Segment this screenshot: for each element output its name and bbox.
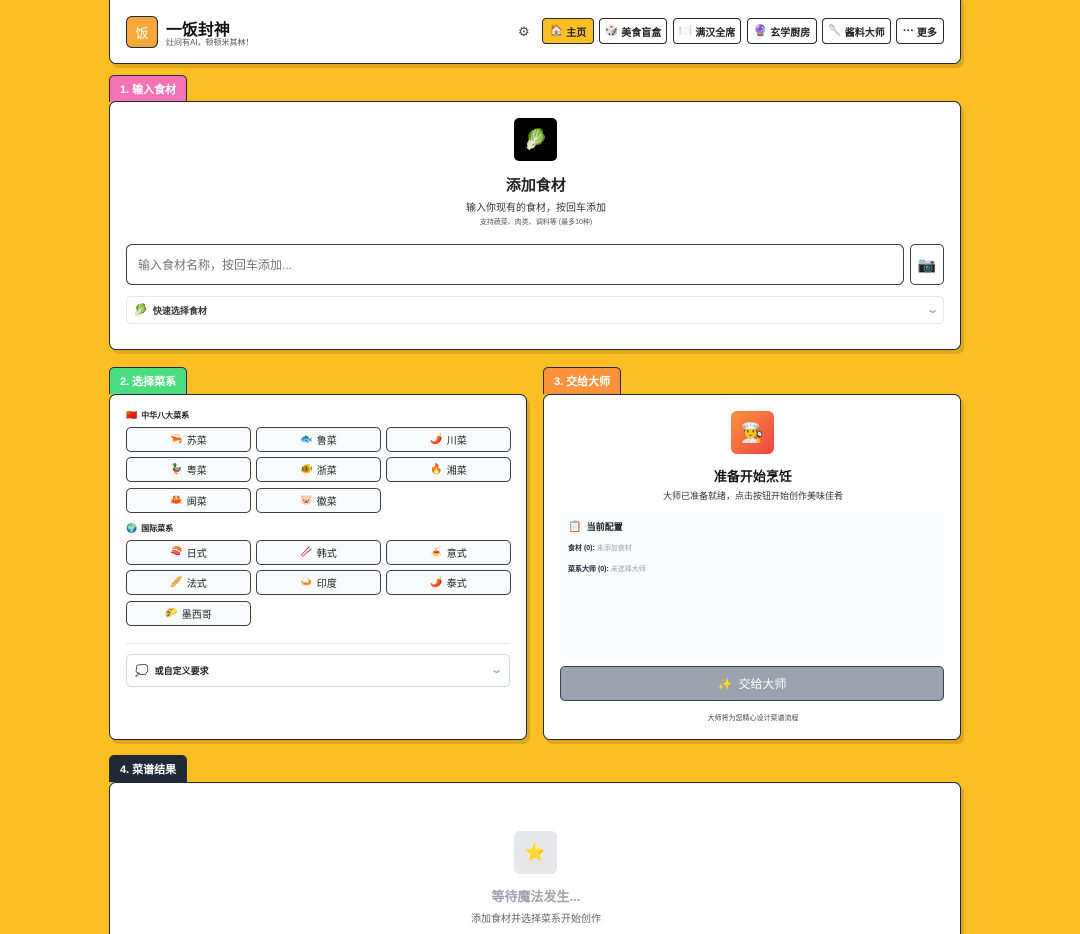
master-footnote: 大师将为您精心设计菜谱流程 xyxy=(707,715,799,722)
cuisine-italian-button[interactable]: 🍝 意式 xyxy=(386,540,511,565)
china-flag-icon: 🇨🇳 xyxy=(126,410,138,420)
recipe-results-panel: ⭐ 等待魔法发生... 添加食材并选择菜系开始创作 xyxy=(109,782,961,934)
spoon-icon: 🥄 xyxy=(828,24,842,37)
divider xyxy=(126,643,510,644)
app-logo: 饭 xyxy=(126,16,158,48)
nav-banquet-button[interactable]: 🍽️ 满汉全席 xyxy=(673,18,741,44)
config-heading: 📋 当前配置 xyxy=(568,521,623,533)
quick-select-ingredients[interactable]: 🥬 快速选择食材 ⌄ xyxy=(126,296,944,324)
cuisine-hui-button[interactable]: 🐷 徽菜 xyxy=(256,488,381,513)
ready-description: 大师已准备就绪，点击按钮开始创作美味佳肴 xyxy=(662,491,843,501)
cuisine-panel: 🇨🇳 中华八大菜系 🦐 苏菜 🐟 鲁菜 🌶️ 川菜 🦆 粤菜 🐠 浙菜 🔥 湘菜 🦀 闽菜 🐷 徽… xyxy=(109,394,527,740)
ingredient-input[interactable] xyxy=(126,244,904,285)
globe-icon: 🌍 xyxy=(126,523,138,533)
cuisine-indian-button[interactable]: 🍛 印度 xyxy=(256,570,381,595)
ingredients-panel: 🥬 添加食材 输入你现有的食材，按回车添加 支持蔬菜、肉类、调料等 (最多10种… xyxy=(109,101,961,350)
dice-icon: 🎲 xyxy=(604,24,619,37)
cuisine-min-button[interactable]: 🦀 闽菜 xyxy=(126,488,251,513)
config-cuisine-value: 未选择大师 xyxy=(610,566,646,573)
tropical-fish-icon: 🐠 xyxy=(300,464,313,475)
clipboard-icon: 📋 xyxy=(568,521,582,533)
pasta-icon: 🍝 xyxy=(430,547,443,558)
nav-blind-box-button[interactable]: 🎲 美食盲盒 xyxy=(599,18,667,44)
cuisine-japanese-button[interactable]: 🍣 日式 xyxy=(126,540,251,565)
crystal-ball-icon: 🔮 xyxy=(753,24,768,37)
fire-icon: 🔥 xyxy=(430,464,443,475)
config-cuisine-row: 菜系大师 (0): 未选择大师 xyxy=(568,566,646,573)
fish-icon: 🐟 xyxy=(300,434,313,445)
cuisine-mexican-button[interactable]: 🌮 墨西哥 xyxy=(126,601,251,626)
leafy-green-icon: 🥬 xyxy=(133,303,148,317)
sushi-icon: 🍣 xyxy=(170,547,183,558)
cuisine-su-button[interactable]: 🦐 苏菜 xyxy=(126,427,251,452)
cuisine-zhe-button[interactable]: 🐠 浙菜 xyxy=(256,457,381,482)
ingredients-title: 添加食材 xyxy=(505,177,566,194)
custom-requirements-label: 或自定义要求 xyxy=(154,666,209,676)
duck-icon: 🦆 xyxy=(170,464,183,475)
camera-icon: 📷 xyxy=(917,256,937,274)
camera-button[interactable]: 📷 xyxy=(910,244,944,285)
current-config-box: 📋 当前配置 食材 (0): 未添加食材 菜系大师 (0): 未选择大师 xyxy=(560,512,944,657)
config-ingredients-value: 未添加食材 xyxy=(596,545,632,552)
nav-home-button[interactable]: 🏠 主页 xyxy=(542,18,594,44)
pig-icon: 🐷 xyxy=(300,495,313,506)
chopsticks-icon: 🥢 xyxy=(300,547,313,558)
chili-icon: 🌶️ xyxy=(430,434,443,445)
sparkles-icon: ✨ xyxy=(717,676,733,691)
hand-to-master-button[interactable]: ✨ 交给大师 xyxy=(560,666,944,701)
cuisine-thai-button[interactable]: 🌶️ 泰式 xyxy=(386,570,511,595)
chevron-down-icon: ⌄ xyxy=(925,304,939,316)
nav-sauce-master-button[interactable]: 🥄 酱料大师 xyxy=(822,18,891,44)
config-ingredients-row: 食材 (0): 未添加食材 xyxy=(568,545,632,552)
ingredients-hint: 支持蔬菜、肉类、调料等 (最多10种) xyxy=(479,219,593,226)
nav-more-button[interactable]: ··· 更多 xyxy=(896,18,944,44)
chevron-down-icon: ⌄ xyxy=(489,664,503,676)
waiting-description: 添加食材并选择菜系开始创作 xyxy=(471,914,601,925)
waiting-title: 等待魔法发生... xyxy=(491,889,581,904)
custom-requirements-dropdown[interactable]: 💭 或自定义要求 ⌄ xyxy=(126,654,510,687)
nav-mystic-kitchen-button[interactable]: 🔮 玄学厨房 xyxy=(747,18,817,44)
ready-title: 准备开始烹饪 xyxy=(713,469,792,484)
star-icon: ⭐ xyxy=(514,831,557,874)
cuisine-lu-button[interactable]: 🐟 鲁菜 xyxy=(256,427,381,452)
chinese-cuisine-heading: 🇨🇳 中华八大菜系 xyxy=(126,410,190,420)
gear-icon[interactable]: ⚙ xyxy=(518,24,530,40)
tab-step-4: 4. 菜谱结果 xyxy=(109,755,188,782)
cuisine-chuan-button[interactable]: 🌶️ 川菜 xyxy=(386,427,511,452)
taco-icon: 🌮 xyxy=(165,608,178,619)
baguette-icon: 🥖 xyxy=(170,577,183,588)
tab-step-3: 3. 交给大师 xyxy=(543,367,622,394)
cuisine-french-button[interactable]: 🥖 法式 xyxy=(126,570,251,595)
curry-icon: 🍛 xyxy=(300,577,313,588)
chili-icon: 🌶️ xyxy=(430,577,443,588)
ingredients-description: 输入你现有的食材，按回车添加 xyxy=(466,203,606,214)
cuisine-korean-button[interactable]: 🥢 韩式 xyxy=(256,540,381,565)
quick-select-label: 快速选择食材 xyxy=(152,305,207,316)
cuisine-yue-button[interactable]: 🦆 粤菜 xyxy=(126,457,251,482)
international-cuisine-heading: 🌍 国际菜系 xyxy=(126,523,174,533)
thought-bubble-icon: 💭 xyxy=(135,665,149,677)
plate-icon: 🍽️ xyxy=(678,24,693,37)
app-subtitle: 灶间有AI，顿顿米其林！ xyxy=(166,38,254,47)
chef-icon: 👨‍🍳 xyxy=(731,411,774,454)
more-icon: ··· xyxy=(903,24,914,37)
tab-step-1: 1. 输入食材 xyxy=(109,75,188,102)
master-panel: 👨‍🍳 准备开始烹饪 大师已准备就绪，点击按钮开始创作美味佳肴 📋 当前配置 食材… xyxy=(543,394,961,740)
leafy-green-icon: 🥬 xyxy=(514,118,557,161)
app-header: 饭 一饭封神 灶间有AI，顿顿米其林！ ⚙ 🏠 主页 🎲 美食盲盒 🍽️ 满汉全席 🔮… xyxy=(109,0,961,64)
cuisine-xiang-button[interactable]: 🔥 湘菜 xyxy=(386,457,511,482)
tab-step-2: 2. 选择菜系 xyxy=(109,367,188,394)
crab-icon: 🦀 xyxy=(170,495,183,506)
shrimp-icon: 🦐 xyxy=(170,434,183,445)
home-icon: 🏠 xyxy=(549,24,564,37)
